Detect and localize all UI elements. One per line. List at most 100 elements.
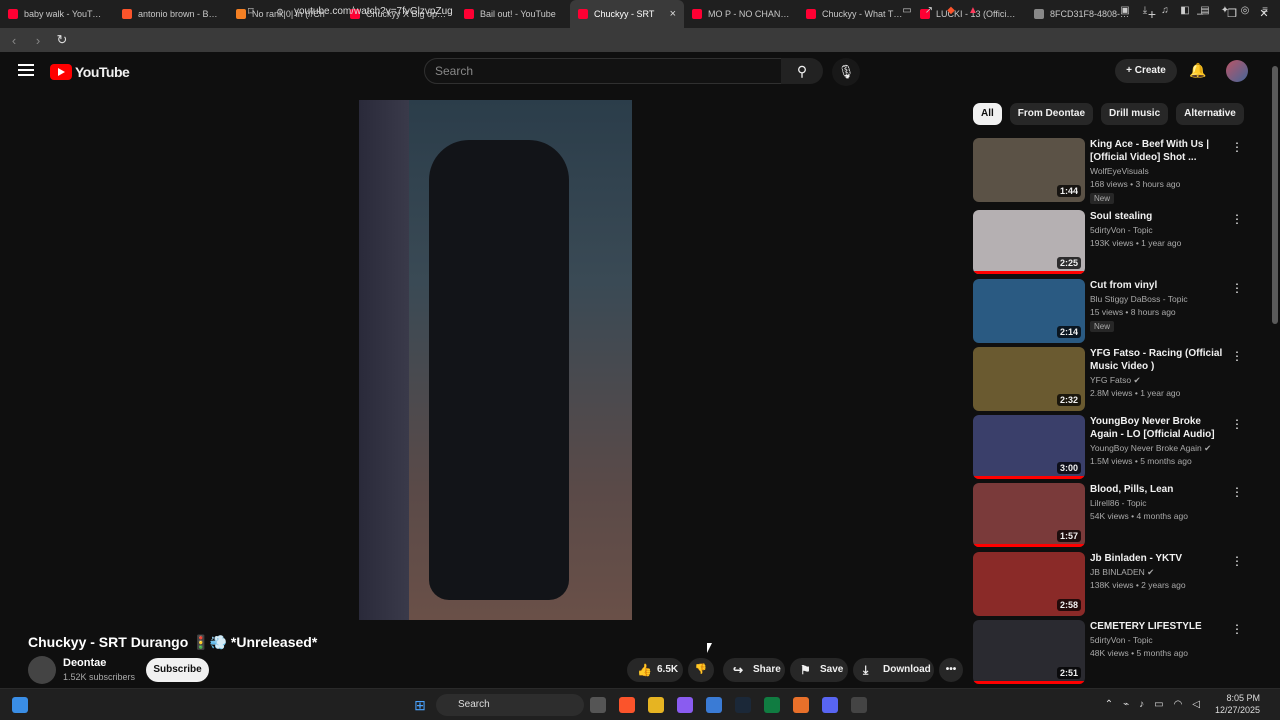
voice-search-button[interactable]: 🎙 [832, 58, 860, 86]
recommendation-channel[interactable]: WolfEyeVisuals [1090, 166, 1149, 176]
sidebar-icon[interactable]: ◧ [1178, 4, 1192, 18]
more-vert-icon[interactable]: ⋮ [1231, 349, 1243, 363]
recommendation-title[interactable]: Jb Binladen - YKTV [1090, 552, 1225, 565]
recommendation-title[interactable]: King Ace - Beef With Us | [Official Vide… [1090, 138, 1225, 164]
discord-icon[interactable] [822, 697, 838, 713]
brave-rewards-icon[interactable]: ▲ [966, 4, 980, 18]
share-page-icon[interactable]: ↗ [922, 4, 936, 18]
recommendation-title[interactable]: Cut from vinyl [1090, 279, 1225, 292]
recommendation-channel[interactable]: 5dirtyVon - Topic [1090, 225, 1153, 235]
task-view-icon[interactable] [590, 697, 606, 713]
recommendation-channel[interactable]: YoungBoy Never Broke Again ✔ [1090, 443, 1211, 454]
chevron-right-icon[interactable]: › [1218, 106, 1222, 120]
file-explorer-icon[interactable] [648, 697, 664, 713]
recommendation-item[interactable]: 3:00 YoungBoy Never Broke Again - LO [Off… [973, 415, 1248, 479]
recommendation-item[interactable]: 2:58 Jb Binladen - YKTV JB BINLADEN ✔ 138K … [973, 552, 1248, 616]
recommendation-title[interactable]: CEMETERY LIFESTYLE [1090, 620, 1225, 633]
wifi-icon[interactable]: ◠ [1174, 699, 1183, 710]
browser-menu-icon[interactable]: ≡ [1258, 4, 1272, 18]
account-avatar[interactable] [1226, 60, 1248, 82]
store-icon[interactable] [706, 697, 722, 713]
subscribe-button[interactable]: Subscribe [146, 658, 209, 682]
volume-icon[interactable]: ◁ [1192, 699, 1200, 710]
notifications-icon[interactable]: 🔔 [1189, 62, 1206, 79]
xbox-icon[interactable] [764, 697, 780, 713]
more-vert-icon[interactable]: ⋮ [1231, 622, 1243, 636]
mic-tray-icon[interactable]: ♪ [1139, 699, 1144, 710]
recommendation-item[interactable]: 2:32 YFG Fatso - Racing (Official Music V… [973, 347, 1248, 411]
recommendation-title[interactable]: YFG Fatso - Racing (Official Music Video… [1090, 347, 1225, 373]
video-thumbnail[interactable]: 2:58 [973, 552, 1085, 616]
more-vert-icon[interactable]: ⋮ [1231, 281, 1243, 295]
vpn-icon[interactable]: ◎ [1238, 4, 1252, 18]
video-thumbnail[interactable]: 2:32 [973, 347, 1085, 411]
search-button[interactable]: ⚲ [781, 58, 823, 84]
download-button[interactable]: ⤓ Download [853, 658, 934, 682]
back-icon[interactable]: ‹ [4, 33, 24, 48]
recommendation-title[interactable]: YoungBoy Never Broke Again - LO [Officia… [1090, 415, 1225, 441]
more-vert-icon[interactable]: ⋮ [1231, 140, 1243, 154]
bookmark-icon[interactable]: ⌑ [248, 5, 254, 18]
recommendation-item[interactable]: 2:25 Soul stealing 5dirtyVon - Topic 193K v… [973, 210, 1248, 274]
video-thumbnail[interactable]: 3:00 [973, 415, 1085, 479]
channel-name[interactable]: Deontae [63, 657, 106, 669]
more-vert-icon[interactable]: ⋮ [1231, 212, 1243, 226]
forward-icon[interactable]: › [28, 33, 48, 48]
recommendation-item[interactable]: 2:14 Cut from vinyl Blu Stiggy DaBoss - To… [973, 279, 1248, 343]
network-icon[interactable]: ⌁ [1123, 699, 1129, 710]
recommendation-item[interactable]: 2:51 CEMETERY LIFESTYLE 5dirtyVon - Topic 4… [973, 620, 1248, 684]
video-player[interactable] [359, 100, 632, 620]
share-button[interactable]: ↪ Share [723, 658, 785, 682]
youtube-logo[interactable]: YouTube [50, 64, 130, 80]
more-vert-icon[interactable]: ⋮ [1231, 554, 1243, 568]
widgets-icon[interactable] [12, 697, 28, 713]
scrollbar-thumb[interactable] [1272, 66, 1278, 324]
filter-chip[interactable]: Alternative [1176, 103, 1244, 125]
video-thumbnail[interactable]: 1:57 [973, 483, 1085, 547]
create-button[interactable]: + Create [1115, 59, 1177, 83]
search-input[interactable]: Search [424, 58, 782, 84]
taskbar-search[interactable]: Search [436, 694, 584, 716]
more-vert-icon[interactable]: ⋮ [1231, 485, 1243, 499]
dislike-button[interactable]: 👎 [688, 658, 714, 682]
browser-tab[interactable]: baby walk - YouTube [0, 0, 114, 28]
recommendation-channel[interactable]: Lilrell86 - Topic [1090, 498, 1147, 508]
like-button[interactable]: 👍 6.5K [627, 658, 683, 682]
wallet-icon[interactable]: ▤ [1198, 4, 1212, 18]
hamburger-menu-icon[interactable] [18, 64, 34, 76]
screenshot-icon[interactable]: ▣ [1118, 4, 1132, 18]
browser-tab[interactable]: antonio brown - Brave [114, 0, 228, 28]
downloads-icon[interactable]: ⤓ [1138, 4, 1152, 18]
save-button[interactable]: ⚑ Save [790, 658, 848, 682]
display-icon[interactable]: ▭ [1154, 699, 1163, 710]
page-scrollbar[interactable] [1270, 52, 1280, 688]
video-thumbnail[interactable]: 2:14 [973, 279, 1085, 343]
app-icon[interactable] [793, 697, 809, 713]
recommendation-channel[interactable]: YFG Fatso ✔ [1090, 375, 1141, 386]
brave-shields-icon[interactable]: ◆ [944, 4, 958, 18]
filter-chip[interactable]: All [973, 103, 1002, 125]
video-thumbnail[interactable]: 2:25 [973, 210, 1085, 274]
filter-chip[interactable]: From Deontae [1009, 103, 1094, 125]
channel-avatar[interactable] [28, 656, 56, 684]
brave-taskbar-icon[interactable] [619, 697, 635, 713]
recommendation-title[interactable]: Soul stealing [1090, 210, 1225, 223]
recommendation-item[interactable]: 1:44 King Ace - Beef With Us | [Official … [973, 138, 1248, 204]
recommendation-title[interactable]: Blood, Pills, Lean [1090, 483, 1225, 496]
cast-icon[interactable]: ▭ [900, 4, 914, 18]
filter-chip[interactable]: Drill music [1101, 103, 1169, 125]
more-vert-icon[interactable]: ⋮ [1231, 417, 1243, 431]
leo-ai-icon[interactable]: ✦ [1218, 4, 1232, 18]
video-thumbnail[interactable]: 1:44 [973, 138, 1085, 202]
recommendation-channel[interactable]: 5dirtyVon - Topic [1090, 635, 1153, 645]
clock[interactable]: 8:05 PM 12/27/2025 [1215, 692, 1260, 716]
reload-icon[interactable]: ↻ [52, 32, 72, 48]
recommendation-channel[interactable]: Blu Stiggy DaBoss - Topic [1090, 294, 1188, 304]
media-icon[interactable]: ♫ [1158, 4, 1172, 18]
start-icon[interactable]: ⊞ [412, 697, 428, 713]
url-field[interactable]: youtube.com/watch?v=7fvGlzvpZug [270, 4, 990, 20]
steam-icon[interactable] [735, 697, 751, 713]
recommendation-item[interactable]: 1:57 Blood, Pills, Lean Lilrell86 - Topic 5… [973, 483, 1248, 547]
chevron-up-icon[interactable]: ⌃ [1105, 699, 1113, 710]
video-thumbnail[interactable]: 2:51 [973, 620, 1085, 684]
